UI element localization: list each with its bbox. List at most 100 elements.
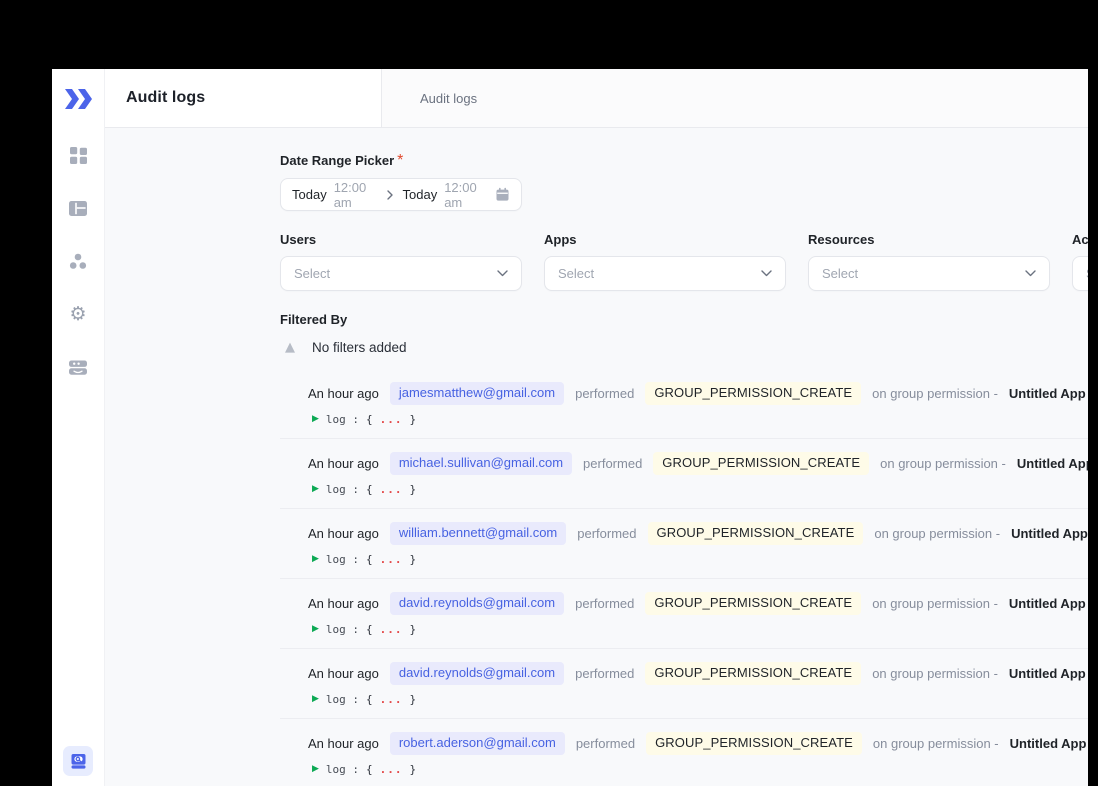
expand-arrow-icon[interactable]: ▶	[312, 624, 319, 634]
log-json-label: log :	[325, 692, 360, 706]
json-collapsed-dots[interactable]: ...	[380, 763, 403, 776]
log-json-toggle[interactable]: ▶ log : { ... }	[308, 413, 1088, 426]
expand-arrow-icon[interactable]: ▶	[312, 554, 319, 564]
required-marker: *	[397, 152, 404, 169]
log-event-chip[interactable]: GROUP_PERMISSION_CREATE	[645, 661, 862, 685]
chevron-right-icon	[386, 189, 395, 200]
log-json-toggle[interactable]: ▶ log : { ... }	[308, 623, 1088, 636]
log-target: on group permission -	[872, 595, 998, 611]
date-range-field: Date Range Picker * Today 12:00 am Today …	[280, 152, 1088, 211]
json-collapsed-dots[interactable]: ...	[380, 693, 403, 706]
expand-arrow-icon[interactable]: ▶	[312, 694, 319, 704]
audit-log-list: An hour ago jamesmatthew@gmail.com perfo…	[280, 369, 1088, 786]
log-verb: performed	[575, 735, 636, 751]
log-target: on group permission -	[872, 385, 998, 401]
json-open-brace: {	[366, 482, 373, 496]
log-json-toggle[interactable]: ▶ log : { ... }	[308, 553, 1088, 566]
date-range-label: Date Range Picker	[280, 153, 395, 168]
log-json-toggle[interactable]: ▶ log : { ... }	[308, 763, 1088, 776]
tab-audit-logs[interactable]: Audit logs	[420, 91, 477, 106]
log-resource: Untitled App	[1008, 595, 1086, 611]
layout-panels-icon[interactable]	[69, 199, 87, 217]
apps-select[interactable]: Select	[544, 256, 786, 291]
header: Audit logs Audit logs	[105, 69, 1088, 128]
log-event-chip[interactable]: GROUP_PERMISSION_CREATE	[645, 591, 862, 615]
users-select[interactable]: Select	[280, 256, 522, 291]
tab-bar: Audit logs	[382, 69, 1088, 127]
log-time: An hour ago	[308, 595, 379, 611]
resources-filter: Resources Select	[808, 232, 1050, 291]
json-collapsed-dots[interactable]: ...	[380, 553, 403, 566]
json-open-brace: {	[366, 412, 373, 426]
docs-button[interactable]	[63, 746, 93, 776]
json-open-brace: {	[366, 692, 373, 706]
log-verb: performed	[575, 595, 635, 611]
log-user-email-chip[interactable]: jamesmatthew@gmail.com	[389, 382, 565, 405]
json-collapsed-dots[interactable]: ...	[380, 623, 403, 636]
log-event-chip[interactable]: GROUP_PERMISSION_CREATE	[647, 521, 864, 545]
audit-log-row: An hour ago david.reynolds@gmail.com per…	[280, 579, 1088, 649]
end-time: 12:00 am	[444, 179, 477, 210]
resources-select[interactable]: Select	[808, 256, 1050, 291]
start-time: 12:00 am	[333, 179, 367, 210]
log-resource: Untitled App	[1011, 525, 1088, 541]
json-close-brace: }	[409, 412, 417, 426]
settings-gear-icon[interactable]: ⚙	[69, 305, 87, 324]
chevron-down-icon	[761, 270, 772, 277]
log-target: on group permission -	[872, 735, 999, 751]
log-time: An hour ago	[308, 735, 379, 751]
log-verb: performed	[575, 665, 635, 681]
calendar-icon[interactable]	[495, 187, 510, 202]
log-time: An hour ago	[308, 665, 379, 681]
json-collapsed-dots[interactable]: ...	[380, 483, 403, 496]
date-range-input[interactable]: Today 12:00 am Today 12:00 am	[280, 178, 522, 211]
chevron-down-icon	[1025, 270, 1036, 277]
expand-arrow-icon[interactable]: ▶	[312, 414, 319, 424]
json-open-brace: {	[366, 762, 373, 776]
log-json-toggle[interactable]: ▶ log : { ... }	[308, 693, 1088, 706]
log-json-label: log :	[325, 412, 360, 426]
apps-filter: Apps Select	[544, 232, 786, 291]
expand-arrow-icon[interactable]: ▶	[312, 484, 319, 494]
chevron-down-icon	[497, 270, 508, 277]
user-groups-icon[interactable]	[69, 252, 87, 270]
sidebar: ⚙	[52, 69, 105, 786]
log-verb: performed	[575, 385, 635, 401]
log-json-label: log :	[325, 762, 360, 776]
json-close-brace: }	[409, 692, 417, 706]
json-open-brace: {	[366, 622, 373, 636]
server-stack-icon[interactable]	[69, 358, 87, 376]
json-collapsed-dots[interactable]: ...	[380, 413, 403, 426]
brand-logo-icon	[52, 69, 104, 128]
log-resource: Untitled App	[1008, 385, 1086, 401]
log-user-email-chip[interactable]: david.reynolds@gmail.com	[389, 591, 565, 615]
dashboard-grid-icon[interactable]	[69, 146, 87, 164]
filtered-by-title: Filtered By	[280, 312, 348, 327]
log-verb: performed	[577, 525, 637, 541]
log-resource: Untitled App	[1008, 665, 1086, 681]
filtered-by-section: Filtered By ▲ No filters added	[280, 312, 1088, 355]
log-user-email-chip[interactable]: william.bennett@gmail.com	[389, 521, 567, 545]
json-close-brace: }	[409, 552, 417, 566]
no-filters-message: No filters added	[312, 340, 407, 355]
actions-select[interactable]: Select	[1072, 256, 1088, 291]
log-user-email-chip[interactable]: david.reynolds@gmail.com	[389, 661, 565, 685]
log-time: An hour ago	[308, 525, 379, 541]
expand-arrow-icon[interactable]: ▶	[312, 764, 319, 774]
log-event-chip[interactable]: GROUP_PERMISSION_CREATE	[653, 451, 870, 475]
log-verb: performed	[583, 455, 643, 471]
audit-log-row: An hour ago robert.aderson@gmail.com per…	[280, 719, 1088, 786]
log-user-email-chip[interactable]: michael.sullivan@gmail.com	[389, 451, 573, 475]
log-json-label: log :	[325, 482, 360, 496]
log-event-chip[interactable]: GROUP_PERMISSION_CREATE	[645, 382, 862, 405]
log-resource: Untitled App	[1009, 735, 1087, 751]
json-close-brace: }	[409, 482, 417, 496]
end-day: Today	[402, 187, 438, 202]
log-json-label: log :	[325, 552, 360, 566]
log-event-chip[interactable]: GROUP_PERMISSION_CREATE	[646, 731, 862, 755]
log-time: An hour ago	[308, 385, 379, 401]
json-open-brace: {	[366, 552, 373, 566]
log-json-toggle[interactable]: ▶ log : { ... }	[308, 483, 1088, 496]
log-user-email-chip[interactable]: robert.aderson@gmail.com	[389, 731, 565, 755]
log-json-label: log :	[325, 622, 360, 636]
